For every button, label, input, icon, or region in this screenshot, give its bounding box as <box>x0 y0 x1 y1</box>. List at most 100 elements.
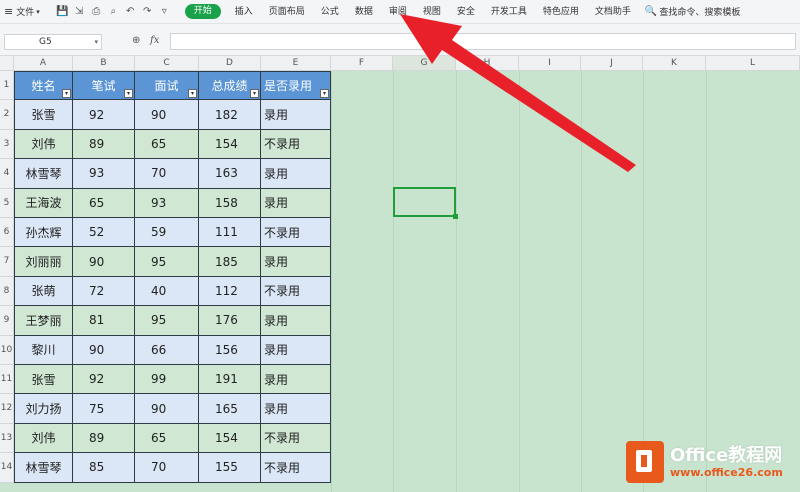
column-header-e[interactable]: E <box>261 56 331 71</box>
column-header-g[interactable]: G <box>393 56 456 71</box>
row-header-11[interactable]: 11 <box>0 365 14 395</box>
table-cell[interactable]: 185 <box>199 247 261 277</box>
undo-icon[interactable]: ↶ <box>122 6 139 17</box>
table-cell[interactable]: 录用 <box>261 306 331 336</box>
table-cell[interactable]: 176 <box>199 306 261 336</box>
tab-4[interactable]: 数据 <box>347 0 381 24</box>
table-cell[interactable]: 92 <box>73 365 135 395</box>
table-cell[interactable]: 90 <box>73 247 135 277</box>
tab-10[interactable]: 文档助手 <box>587 0 639 24</box>
tab-1[interactable]: 插入 <box>227 0 261 24</box>
table-cell[interactable]: 不录用 <box>261 453 331 483</box>
filter-dropdown-icon[interactable]: ▾ <box>320 89 329 99</box>
table-cell[interactable]: 154 <box>199 129 261 160</box>
table-cell[interactable]: 59 <box>135 218 199 248</box>
zoom-icon[interactable]: ⊕ <box>132 35 140 46</box>
table-cell[interactable]: 70 <box>135 159 199 189</box>
table-cell[interactable]: 165 <box>199 394 261 424</box>
row-header-9[interactable]: 9 <box>0 306 14 336</box>
name-box[interactable]: G5 ▾ <box>4 34 102 50</box>
spreadsheet-grid[interactable]: A B C D E F G H I J K L 1 2 3 4 5 6 7 8 9 10 11 12 13 14 姓名 ▾ 笔试 ▾ 面试 ▾… <box>0 56 800 492</box>
export-icon[interactable]: ⇲ <box>71 6 88 17</box>
table-cell[interactable]: 70 <box>135 453 199 483</box>
column-header-d[interactable]: D <box>199 56 261 71</box>
customize-icon[interactable]: ▿ <box>156 6 173 17</box>
table-cell[interactable]: 录用 <box>261 159 331 189</box>
table-cell[interactable]: 89 <box>73 129 135 160</box>
table-cell[interactable]: 录用 <box>261 188 331 218</box>
print-preview-icon[interactable]: ⌕ <box>105 6 122 17</box>
table-cell[interactable]: 刘伟 <box>14 423 73 454</box>
column-header-j[interactable]: J <box>581 56 643 71</box>
table-cell[interactable]: 录用 <box>261 100 331 130</box>
tab-7[interactable]: 安全 <box>449 0 483 24</box>
active-cell-g5[interactable] <box>393 187 458 219</box>
chevron-down-icon[interactable]: ▾ <box>94 35 98 49</box>
table-cell[interactable]: 90 <box>135 394 199 424</box>
formula-input[interactable] <box>170 33 796 50</box>
table-cell[interactable]: 黎川 <box>14 335 73 365</box>
table-cell[interactable]: 不录用 <box>261 218 331 248</box>
tab-5[interactable]: 审阅 <box>381 0 415 24</box>
table-cell[interactable]: 155 <box>199 453 261 483</box>
table-cell[interactable]: 89 <box>73 423 135 454</box>
table-header-cell[interactable]: 姓名 ▾ <box>14 71 73 101</box>
row-header-10[interactable]: 10 <box>0 335 14 365</box>
table-cell[interactable]: 90 <box>135 100 199 130</box>
table-cell[interactable]: 不录用 <box>261 423 331 454</box>
table-cell[interactable]: 158 <box>199 188 261 218</box>
table-cell[interactable]: 95 <box>135 306 199 336</box>
row-header-1[interactable]: 1 <box>0 71 14 101</box>
table-cell[interactable]: 65 <box>135 423 199 454</box>
print-icon[interactable]: ⎙ <box>88 6 105 17</box>
table-cell[interactable]: 156 <box>199 335 261 365</box>
table-cell[interactable]: 75 <box>73 394 135 424</box>
filter-dropdown-icon[interactable]: ▾ <box>250 89 259 99</box>
tab-8[interactable]: 开发工具 <box>483 0 535 24</box>
tab-2[interactable]: 页面布局 <box>261 0 313 24</box>
column-header-i[interactable]: I <box>519 56 581 71</box>
function-icon[interactable]: fx <box>150 35 159 46</box>
table-cell[interactable]: 不录用 <box>261 276 331 307</box>
filter-dropdown-icon[interactable]: ▾ <box>62 89 71 99</box>
table-cell[interactable]: 191 <box>199 365 261 395</box>
table-header-cell[interactable]: 面试 ▾ <box>135 71 199 101</box>
table-cell[interactable]: 刘丽丽 <box>14 247 73 277</box>
table-cell[interactable]: 刘伟 <box>14 129 73 160</box>
select-all-corner[interactable] <box>0 56 14 71</box>
fill-handle[interactable] <box>453 214 458 219</box>
table-cell[interactable]: 张雪 <box>14 100 73 130</box>
tab-3[interactable]: 公式 <box>313 0 347 24</box>
table-cell[interactable]: 66 <box>135 335 199 365</box>
table-cell[interactable]: 93 <box>135 188 199 218</box>
tab-0[interactable]: 开始 <box>184 4 221 19</box>
row-header-2[interactable]: 2 <box>0 100 14 130</box>
table-cell[interactable]: 65 <box>135 129 199 160</box>
table-cell[interactable]: 孙杰辉 <box>14 218 73 248</box>
tab-9[interactable]: 特色应用 <box>535 0 587 24</box>
table-cell[interactable]: 95 <box>135 247 199 277</box>
table-header-cell[interactable]: 是否录用 ▾ <box>261 71 331 101</box>
table-cell[interactable]: 录用 <box>261 365 331 395</box>
table-cell[interactable]: 93 <box>73 159 135 189</box>
table-cell[interactable]: 刘力扬 <box>14 394 73 424</box>
table-cell[interactable]: 录用 <box>261 335 331 365</box>
table-cell[interactable]: 72 <box>73 276 135 307</box>
tab-6[interactable]: 视图 <box>415 0 449 24</box>
save-icon[interactable]: 💾 <box>54 6 71 17</box>
table-header-cell[interactable]: 总成绩 ▾ <box>199 71 261 101</box>
column-header-b[interactable]: B <box>73 56 135 71</box>
table-cell[interactable]: 张雪 <box>14 365 73 395</box>
table-cell[interactable]: 182 <box>199 100 261 130</box>
filter-dropdown-icon[interactable]: ▾ <box>188 89 197 99</box>
filter-dropdown-icon[interactable]: ▾ <box>124 89 133 99</box>
column-header-f[interactable]: F <box>331 56 393 71</box>
row-header-14[interactable]: 14 <box>0 453 14 483</box>
row-header-6[interactable]: 6 <box>0 218 14 248</box>
table-cell[interactable]: 王海波 <box>14 188 73 218</box>
table-cell[interactable]: 张萌 <box>14 276 73 307</box>
column-header-c[interactable]: C <box>135 56 199 71</box>
file-menu[interactable]: ≡ 文件 ▾ <box>4 0 40 24</box>
table-cell[interactable]: 163 <box>199 159 261 189</box>
row-header-13[interactable]: 13 <box>0 423 14 454</box>
